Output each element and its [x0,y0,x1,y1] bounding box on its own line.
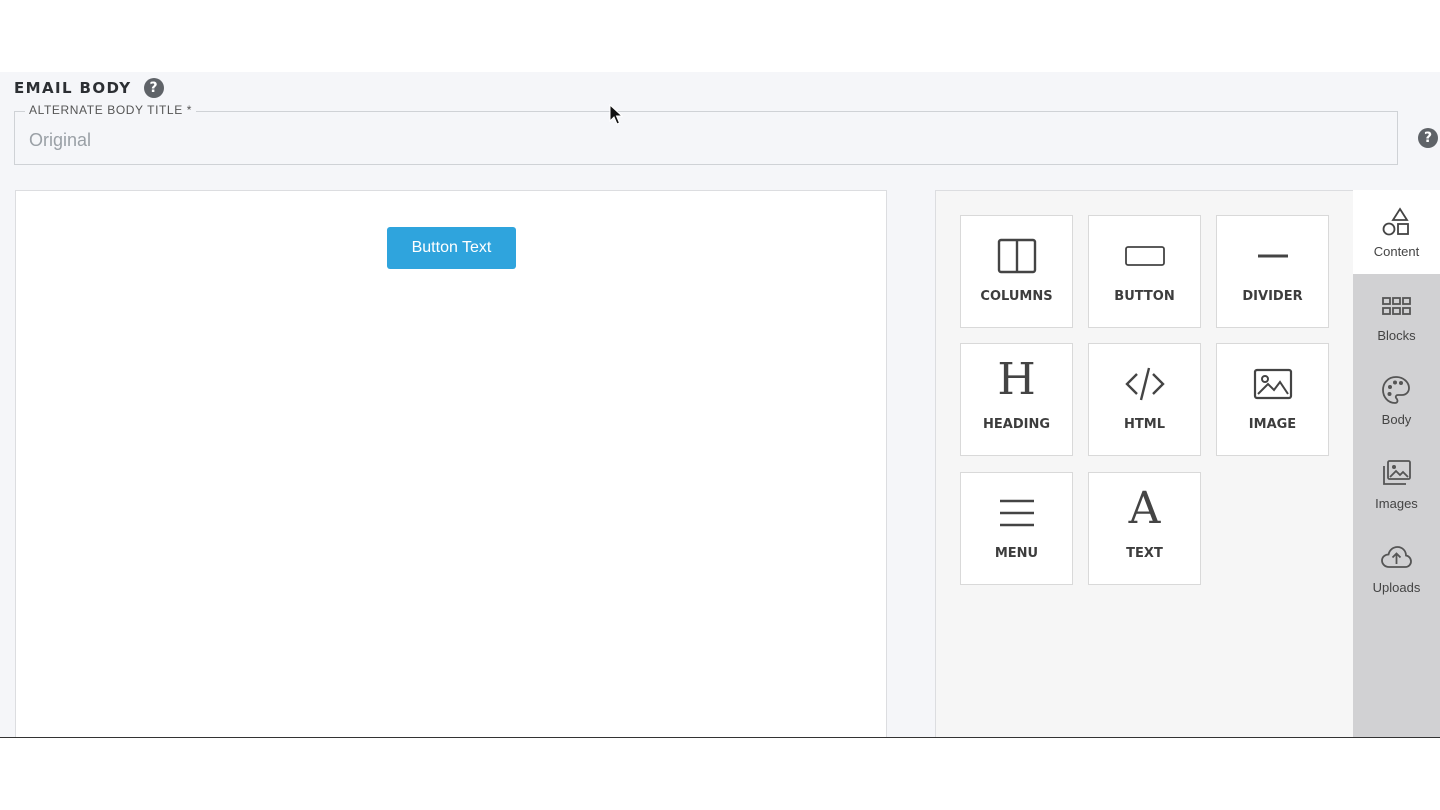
tool-image[interactable]: IMAGE [1216,343,1329,456]
tool-label: BUTTON [1114,289,1175,304]
tool-button[interactable]: BUTTON [1088,215,1201,328]
email-canvas[interactable]: Button Text [15,190,887,737]
tool-heading[interactable]: H HEADING [960,343,1073,456]
tab-label: Content [1373,244,1420,259]
tool-html[interactable]: HTML [1088,343,1201,456]
tab-images[interactable]: Images [1353,442,1440,526]
email-button-block[interactable]: Button Text [387,227,516,269]
email-editor: EMAIL BODY ? ALTERNATE BODY TITLE * ? Bu… [0,72,1440,737]
mouse-cursor-icon [609,104,623,125]
help-icon[interactable]: ? [143,78,164,98]
tab-body[interactable]: Body [1353,358,1440,442]
alternate-body-title-field: ALTERNATE BODY TITLE * [14,103,1398,165]
tool-label: COLUMNS [980,289,1053,304]
tool-label: TEXT [1126,546,1163,561]
section-header: EMAIL BODY ? [14,78,164,98]
button-icon [1125,246,1165,266]
tool-label: IMAGE [1248,417,1297,432]
field-label: ALTERNATE BODY TITLE * [25,103,197,117]
tab-uploads[interactable]: Uploads [1353,526,1440,610]
menu-icon [1000,499,1034,527]
divider-icon [1258,254,1288,258]
tab-blocks[interactable]: Blocks [1353,274,1440,358]
section-title: EMAIL BODY [14,79,132,97]
text-icon: A [1128,483,1161,534]
tool-label: HTML [1124,417,1165,432]
columns-icon [997,238,1037,274]
cloud-upload-icon [1381,546,1412,568]
tool-label: HEADING [983,417,1050,432]
grid-icon [1382,297,1411,315]
tool-columns[interactable]: COLUMNS [960,215,1073,328]
tool-label: MENU [994,546,1039,561]
tool-menu[interactable]: MENU [960,472,1073,585]
tab-label: Uploads [1372,580,1421,595]
alternate-body-title-input[interactable] [27,126,1381,154]
tab-label: Body [1381,412,1412,427]
code-icon [1125,367,1165,401]
tool-divider[interactable]: DIVIDER [1216,215,1329,328]
frame-bottom-line [0,737,1440,738]
field-help-icon[interactable]: ? [1418,128,1438,148]
palette-icon [1382,376,1410,404]
tab-label: Images [1375,496,1418,511]
tab-content[interactable]: Content [1353,190,1440,274]
tool-label: DIVIDER [1242,289,1303,304]
shapes-icon [1382,207,1409,236]
image-icon [1253,368,1293,400]
editor-sidebar-tabs: Content Blocks Body Images Uploads [1353,190,1440,737]
heading-icon: H [997,354,1036,405]
tool-text[interactable]: A TEXT [1088,472,1201,585]
tab-label: Blocks [1377,328,1416,343]
images-icon [1383,460,1411,485]
